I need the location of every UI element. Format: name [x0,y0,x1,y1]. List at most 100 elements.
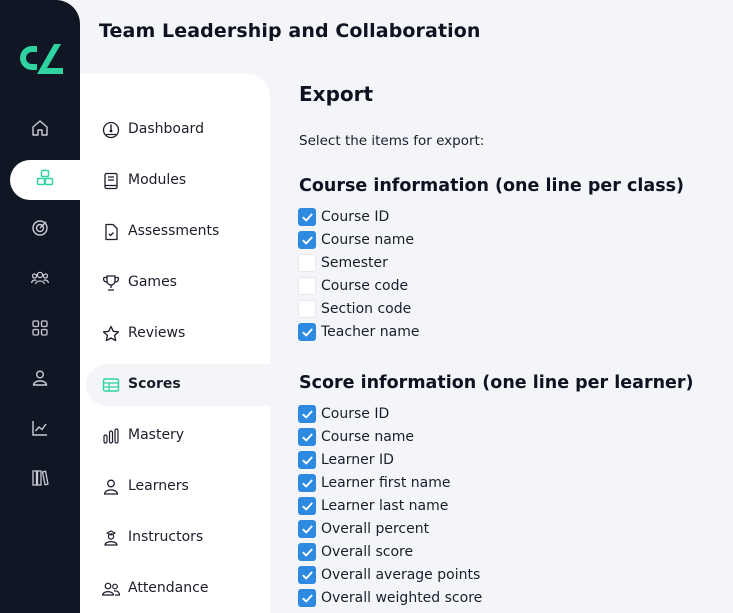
checkbox-checked[interactable] [298,589,316,607]
library-icon [30,468,50,492]
bar-chart-icon [101,426,121,446]
course-field-option[interactable]: Course ID [298,207,389,227]
nav-item-attendance[interactable]: Attendance [80,568,270,610]
checkbox-checked[interactable] [298,231,316,249]
checkmark-icon [301,571,313,579]
checkmark-icon [301,433,313,441]
book-icon [101,171,121,191]
rail-analytics-button[interactable] [0,410,80,450]
checkbox-label: Learner last name [321,498,449,514]
checkbox-label: Overall weighted score [321,590,483,606]
score-field-option[interactable]: Overall weighted score [298,588,482,608]
group-icon [101,579,121,599]
instructor-icon [101,528,121,548]
nav-item-reviews[interactable]: Reviews [80,313,270,355]
checkbox-unchecked[interactable] [298,300,316,318]
checkbox-label: Overall percent [321,521,430,537]
checkbox-label: Teacher name [321,324,420,340]
score-field-option[interactable]: Overall average points [298,565,480,585]
course-field-option[interactable]: Semester [298,253,388,273]
score-field-option[interactable]: Course ID [298,404,389,424]
dashboard-gauge-icon [101,120,121,140]
rail-modules-button[interactable] [10,160,80,200]
checkbox-label: Overall score [321,544,414,560]
home-icon [30,118,50,142]
course-field-option[interactable]: Section code [298,299,411,319]
nav-item-label: Scores [128,376,181,392]
checkbox-checked[interactable] [298,474,316,492]
nav-item-dashboard[interactable]: Dashboard [80,109,270,151]
checkmark-icon [301,594,313,602]
checkbox-label: Course ID [321,209,390,225]
checkbox-checked[interactable] [298,451,316,469]
grid-icon [30,318,50,342]
checkbox-label: Overall average points [321,567,481,583]
nav-item-games[interactable]: Games [80,262,270,304]
nav-item-label: Modules [128,172,187,188]
table-icon [101,375,121,395]
checkmark-icon [301,502,313,510]
checkmark-icon [301,479,313,487]
nav-item-instructors[interactable]: Instructors [80,517,270,559]
people-icon [30,268,50,292]
checkbox-checked[interactable] [298,323,316,341]
score-field-option[interactable]: Course name [298,427,414,447]
score-field-option[interactable]: Learner ID [298,450,394,470]
modules-cubes-icon [35,168,55,192]
trophy-icon [101,273,121,293]
score-information-heading: Score information (one line per learner) [299,373,694,393]
score-field-option[interactable]: Overall score [298,542,413,562]
course-field-option[interactable]: Teacher name [298,322,419,342]
checkbox-unchecked[interactable] [298,254,316,272]
rail-grid-button[interactable] [0,310,80,350]
course-information-heading: Course information (one line per class) [299,176,685,196]
checkbox-label: Semester [321,255,388,271]
course-field-option[interactable]: Course code [298,276,408,296]
checkmark-icon [301,548,313,556]
checkbox-label: Learner first name [321,475,451,491]
nav-item-label: Mastery [128,427,185,443]
rail-user-button[interactable] [0,360,80,400]
user-icon [30,368,50,392]
chart-line-icon [30,418,50,442]
score-field-option[interactable]: Overall percent [298,519,429,539]
score-field-option[interactable]: Learner last name [298,496,448,516]
rail-target-button[interactable] [0,210,80,250]
nav-item-label: Instructors [128,529,204,545]
document-icon [101,222,121,242]
brand-logo-icon[interactable] [14,40,66,76]
score-field-option[interactable]: Learner first name [298,473,450,493]
rail-people-button[interactable] [0,260,80,300]
checkbox-label: Course name [321,232,415,248]
nav-item-label: Dashboard [128,121,204,137]
nav-item-label: Assessments [128,223,220,239]
rail-library-button[interactable] [0,460,80,500]
checkbox-checked[interactable] [298,497,316,515]
checkbox-checked[interactable] [298,405,316,423]
nav-item-assessments[interactable]: Assessments [80,211,270,253]
nav-item-scores[interactable]: Scores [86,364,270,406]
nav-item-mastery[interactable]: Mastery [80,415,270,457]
rail-home-button[interactable] [0,110,80,150]
nav-item-modules[interactable]: Modules [80,160,270,202]
checkbox-unchecked[interactable] [298,277,316,295]
nav-item-label: Attendance [128,580,209,596]
checkmark-icon [301,525,313,533]
checkbox-checked[interactable] [298,428,316,446]
checkbox-checked[interactable] [298,520,316,538]
checkmark-icon [301,456,313,464]
checkbox-label: Course ID [321,406,390,422]
nav-item-label: Reviews [128,325,186,341]
user-icon [101,477,121,497]
checkbox-checked[interactable] [298,566,316,584]
checkmark-icon [301,213,313,221]
checkmark-icon [301,236,313,244]
course-field-option[interactable]: Course name [298,230,414,250]
target-icon [30,218,50,242]
checkbox-label: Section code [321,301,412,317]
nav-item-learners[interactable]: Learners [80,466,270,508]
nav-item-label: Learners [128,478,189,494]
checkbox-checked[interactable] [298,543,316,561]
checkbox-checked[interactable] [298,208,316,226]
nav-item-label: Games [128,274,177,290]
